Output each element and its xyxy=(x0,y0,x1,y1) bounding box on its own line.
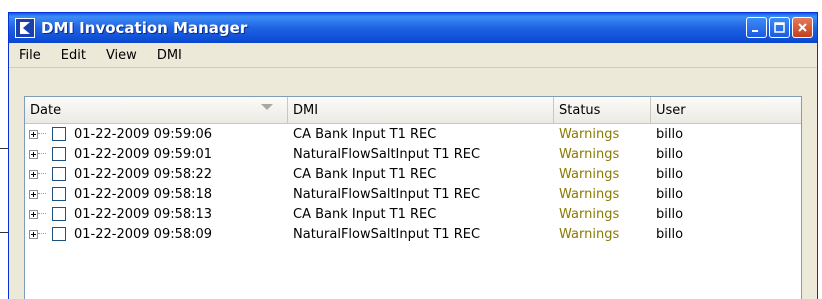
status-cell: Warnings xyxy=(559,206,620,222)
date-cell: 01-22-2009 09:59:06 xyxy=(74,126,213,142)
expand-plus-icon[interactable] xyxy=(29,129,38,139)
table-row[interactable]: 01-22-2009 09:59:06 CA Bank Input T1 REC… xyxy=(25,124,801,144)
date-cell: 01-22-2009 09:58:22 xyxy=(74,166,213,182)
row-checkbox[interactable] xyxy=(52,127,66,141)
dmi-cell: NaturalFlowSaltInput T1 REC xyxy=(293,226,481,242)
user-cell: billo xyxy=(656,186,684,202)
minimize-button[interactable] xyxy=(746,17,767,38)
row-checkbox[interactable] xyxy=(52,167,66,181)
window-title: DMI Invocation Manager xyxy=(41,19,248,37)
close-button[interactable] xyxy=(792,17,813,38)
user-cell: billo xyxy=(656,146,684,162)
user-cell: billo xyxy=(656,226,684,242)
user-cell: billo xyxy=(656,126,684,142)
title-bar[interactable]: DMI Invocation Manager xyxy=(9,13,817,43)
status-cell: Warnings xyxy=(559,146,620,162)
table-row[interactable]: 01-22-2009 09:58:22 CA Bank Input T1 REC… xyxy=(25,164,801,184)
close-icon xyxy=(798,23,807,32)
column-header-status[interactable]: Status xyxy=(554,97,651,123)
status-cell: Warnings xyxy=(559,126,620,142)
date-cell: 01-22-2009 09:59:01 xyxy=(74,146,213,162)
menu-bar: File Edit View DMI xyxy=(9,43,817,68)
dmi-cell: CA Bank Input T1 REC xyxy=(293,166,437,182)
dmi-cell: NaturalFlowSaltInput T1 REC xyxy=(293,186,481,202)
expand-plus-icon[interactable] xyxy=(29,209,38,219)
expand-plus-icon[interactable] xyxy=(29,189,38,199)
row-checkbox[interactable] xyxy=(52,147,66,161)
row-checkbox[interactable] xyxy=(52,207,66,221)
column-header-dmi[interactable]: DMI xyxy=(288,97,554,123)
column-header-date[interactable]: Date xyxy=(25,97,288,123)
expand-plus-icon[interactable] xyxy=(29,229,38,239)
date-cell: 01-22-2009 09:58:18 xyxy=(74,186,213,202)
sort-descending-icon xyxy=(261,104,273,110)
menu-dmi[interactable]: DMI xyxy=(149,48,194,63)
menu-view[interactable]: View xyxy=(98,48,149,63)
dmi-cell: NaturalFlowSaltInput T1 REC xyxy=(293,146,481,162)
dmi-cell: CA Bank Input T1 REC xyxy=(293,206,437,222)
column-header-user[interactable]: User xyxy=(651,97,784,123)
menu-file[interactable]: File xyxy=(11,48,53,63)
status-cell: Warnings xyxy=(559,166,620,182)
row-checkbox[interactable] xyxy=(52,227,66,241)
app-logo-icon xyxy=(15,18,35,38)
dmi-cell: CA Bank Input T1 REC xyxy=(293,126,437,142)
expand-plus-icon[interactable] xyxy=(29,169,38,179)
menu-edit[interactable]: Edit xyxy=(53,48,98,63)
table-row[interactable]: 01-22-2009 09:58:09 NaturalFlowSaltInput… xyxy=(25,224,801,244)
user-cell: billo xyxy=(656,206,684,222)
table-body: 01-22-2009 09:59:06 CA Bank Input T1 REC… xyxy=(25,124,801,244)
status-cell: Warnings xyxy=(559,186,620,202)
minimize-icon xyxy=(752,30,758,32)
invocation-table: Date DMI Status User 01-22-2009 09:59:06… xyxy=(24,96,802,299)
expand-plus-icon[interactable] xyxy=(29,149,38,159)
user-cell: billo xyxy=(656,166,684,182)
row-checkbox[interactable] xyxy=(52,187,66,201)
date-cell: 01-22-2009 09:58:09 xyxy=(74,226,213,242)
table-row[interactable]: 01-22-2009 09:58:18 NaturalFlowSaltInput… xyxy=(25,184,801,204)
table-header: Date DMI Status User xyxy=(25,97,801,124)
table-row[interactable]: 01-22-2009 09:59:01 NaturalFlowSaltInput… xyxy=(25,144,801,164)
maximize-icon xyxy=(774,22,785,33)
maximize-button[interactable] xyxy=(769,17,790,38)
table-row[interactable]: 01-22-2009 09:58:13 CA Bank Input T1 REC… xyxy=(25,204,801,224)
date-cell: 01-22-2009 09:58:13 xyxy=(74,206,213,222)
window-controls xyxy=(746,17,813,38)
status-cell: Warnings xyxy=(559,226,620,242)
